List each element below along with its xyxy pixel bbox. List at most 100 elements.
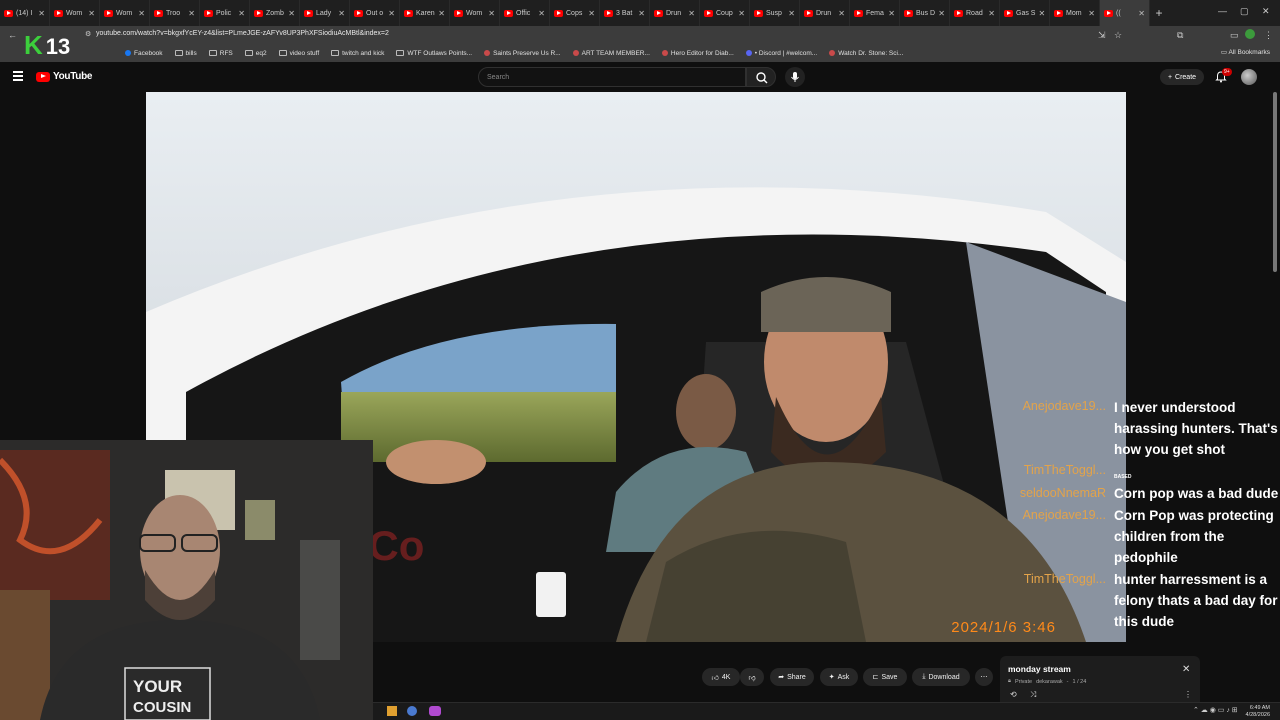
loop-icon[interactable]: ⟲	[1010, 690, 1017, 699]
bookmark-item[interactable]: WTF Outlaws Points...	[396, 50, 472, 57]
bookmark-item[interactable]: • Discord | #welcom...	[745, 50, 817, 57]
browser-tab[interactable]: Wom ✕	[100, 0, 150, 26]
browser-tab[interactable]: Karen ✕	[400, 0, 450, 26]
ask-button[interactable]: ✦ Ask	[820, 668, 858, 686]
tab-close-icon[interactable]: ✕	[788, 9, 795, 18]
tab-close-icon[interactable]: ✕	[238, 9, 245, 18]
download-button[interactable]: ⤓ Download	[912, 668, 970, 686]
bookmark-item[interactable]: bills	[174, 50, 197, 57]
new-tab-button[interactable]: +	[1150, 6, 1168, 20]
shuffle-icon[interactable]: ⤨	[1030, 690, 1036, 700]
site-info-icon[interactable]: ⚙	[85, 30, 91, 38]
taskbar-clock[interactable]: 6:49 AM 4/28/2026	[1246, 705, 1270, 719]
tab-close-icon[interactable]: ✕	[138, 9, 145, 18]
search-button[interactable]	[746, 67, 776, 87]
tab-close-icon[interactable]: ✕	[1088, 9, 1095, 18]
all-bookmarks[interactable]: ▭ All Bookmarks	[1221, 48, 1270, 56]
system-tray-icons[interactable]: ⌃ ☁ ◉ ▭ ♪ ⊞	[1193, 706, 1238, 714]
app-icon[interactable]	[429, 706, 441, 716]
tab-close-icon[interactable]: ✕	[838, 9, 845, 18]
profile-icon[interactable]	[1245, 29, 1255, 39]
browser-tab[interactable]: Troo ✕	[150, 0, 200, 26]
browser-tab[interactable]: Mom ✕	[1050, 0, 1100, 26]
tab-close-icon[interactable]: ✕	[438, 9, 445, 18]
extensions-icon[interactable]: ⧉	[1177, 30, 1183, 41]
browser-tab[interactable]: Cops ✕	[550, 0, 600, 26]
minimize-icon[interactable]: —	[1218, 6, 1227, 16]
playlist-owner[interactable]: dekarawak	[1036, 679, 1063, 685]
close-icon[interactable]: ✕	[1182, 664, 1190, 675]
tab-close-icon[interactable]: ✕	[1138, 9, 1145, 18]
bookmark-item[interactable]: Hero Editor for Diab...	[661, 50, 734, 57]
browser-tab[interactable]: Fema ✕	[850, 0, 900, 26]
tab-close-icon[interactable]: ✕	[388, 9, 395, 18]
bookmark-star-icon[interactable]: ☆	[1114, 30, 1122, 41]
bookmark-item[interactable]: Saints Preserve Us R...	[484, 50, 561, 57]
tab-close-icon[interactable]: ✕	[988, 9, 995, 18]
search-input[interactable]: Search	[478, 67, 746, 87]
more-actions-button[interactable]: ⋯	[975, 668, 993, 686]
tab-close-icon[interactable]: ✕	[88, 9, 95, 18]
browser-tab[interactable]: Offic ✕	[500, 0, 550, 26]
playlist-menu-icon[interactable]: ⋮	[1184, 690, 1192, 699]
browser-tab[interactable]: Drun ✕	[800, 0, 850, 26]
maximize-icon[interactable]: ▢	[1240, 6, 1249, 17]
tab-close-icon[interactable]: ✕	[538, 9, 545, 18]
browser-tab[interactable]: Zomb ✕	[250, 0, 300, 26]
browser-tab[interactable]: Susp ✕	[750, 0, 800, 26]
hamburger-menu-icon[interactable]	[13, 71, 23, 83]
browser-tab[interactable]: (14) I ✕	[0, 0, 50, 26]
account-avatar[interactable]	[1241, 69, 1257, 85]
share-button[interactable]: ➦ Share	[770, 668, 814, 686]
tab-close-icon[interactable]: ✕	[288, 9, 295, 18]
tab-close-icon[interactable]: ✕	[488, 9, 495, 18]
tab-close-icon[interactable]: ✕	[638, 9, 645, 18]
browser-tab[interactable]: 3 Bat ✕	[600, 0, 650, 26]
tab-close-icon[interactable]: ✕	[188, 9, 195, 18]
tab-close-icon[interactable]: ✕	[888, 9, 895, 18]
browser-tab[interactable]: Polic ✕	[200, 0, 250, 26]
page-scrollbar[interactable]	[1273, 92, 1277, 702]
voice-search-button[interactable]	[785, 67, 805, 87]
url-field[interactable]: youtube.com/watch?v=bkgxfYcEY-z4&list=PL…	[96, 30, 389, 37]
browser-tab[interactable]: Gas S ✕	[1000, 0, 1050, 26]
menu-icon[interactable]: ⋮	[1264, 30, 1273, 41]
bookmark-item[interactable]: Watch Dr. Stone: Sci...	[829, 50, 903, 57]
tab-close-icon[interactable]: ✕	[938, 9, 945, 18]
tab-close-icon[interactable]: ✕	[738, 9, 745, 18]
like-button[interactable]: 👍︎ 4K	[702, 668, 740, 686]
back-icon[interactable]: ←	[8, 30, 17, 40]
create-button[interactable]: + Create	[1160, 69, 1204, 85]
tab-close-icon[interactable]: ✕	[1038, 9, 1045, 18]
browser-tab[interactable]: Bus D ✕	[900, 0, 950, 26]
browser-tab[interactable]: Out o ✕	[350, 0, 400, 26]
chat-message: Corn pop was a bad dude	[1114, 486, 1279, 501]
bookmark-item[interactable]: eq2	[244, 50, 267, 57]
playlist-title[interactable]: monday stream	[1008, 664, 1071, 674]
bookmark-item[interactable]: twitch and kick	[331, 50, 384, 57]
browser-tab[interactable]: Lady ✕	[300, 0, 350, 26]
browser-tab[interactable]: Wom ✕	[450, 0, 500, 26]
browser-tab[interactable]: Drun ✕	[650, 0, 700, 26]
save-button[interactable]: ⊏ Save	[863, 668, 907, 686]
youtube-logo-text: YouTube	[53, 71, 93, 82]
bookmark-item[interactable]: Facebook	[125, 50, 163, 57]
sidebar-icon[interactable]: ▭	[1230, 30, 1239, 41]
app-icon[interactable]	[387, 706, 397, 716]
browser-tab[interactable]: Coup ✕	[700, 0, 750, 26]
youtube-logo[interactable]: YouTube	[36, 71, 93, 82]
browser-tab[interactable]: ((✕	[1100, 0, 1150, 26]
dislike-button[interactable]: 👎︎	[740, 668, 764, 686]
bookmark-item[interactable]: RFS	[208, 50, 233, 57]
tab-close-icon[interactable]: ✕	[38, 9, 45, 18]
browser-tab[interactable]: Wom ✕	[50, 0, 100, 26]
browser-tab[interactable]: Road ✕	[950, 0, 1000, 26]
close-window-icon[interactable]: ✕	[1262, 6, 1270, 17]
tab-close-icon[interactable]: ✕	[688, 9, 695, 18]
bookmark-item[interactable]: ART TEAM MEMBER...	[572, 50, 650, 57]
tab-close-icon[interactable]: ✕	[588, 9, 595, 18]
app-icon[interactable]	[407, 706, 417, 716]
bookmark-item[interactable]: video stuff	[278, 50, 319, 57]
install-icon[interactable]: ⇲	[1098, 30, 1106, 41]
tab-close-icon[interactable]: ✕	[338, 9, 345, 18]
